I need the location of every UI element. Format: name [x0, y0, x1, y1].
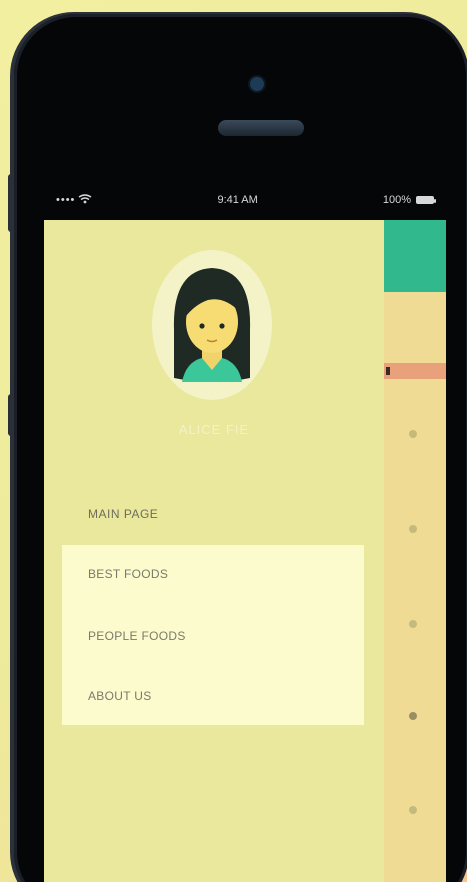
screen: •••• 9:41 AM 100% ALICE FIE MAIN PAGE BE…	[44, 180, 446, 882]
battery-status: 100%	[382, 194, 436, 206]
user-name: ALICE FIE	[178, 422, 250, 437]
submenu-item-people-foods[interactable]: PEOPLE FOODS	[88, 629, 186, 643]
side-button-mute	[8, 174, 14, 232]
battery-icon	[416, 196, 436, 204]
avatar[interactable]	[152, 250, 272, 400]
earpiece-speaker	[218, 120, 304, 136]
clock: 9:41 AM	[217, 194, 258, 206]
signal-dots: ••••	[56, 194, 76, 206]
submenu-item-best-foods[interactable]: BEST FOODS	[88, 567, 168, 581]
list-dot	[409, 806, 417, 814]
status-bar: •••• 9:41 AM 100%	[44, 180, 446, 220]
navigation-drawer: ALICE FIE MAIN PAGE BEST FOODS PEOPLE FO…	[44, 220, 384, 882]
submenu-item-about-us[interactable]: ABOUT US	[88, 689, 152, 703]
side-button-volume	[8, 394, 14, 436]
main-content-peek[interactable]	[384, 220, 446, 882]
submenu: BEST FOODS PEOPLE FOODS ABOUT US	[62, 545, 364, 725]
list-dot	[409, 430, 417, 438]
signal-indicator: ••••	[56, 193, 92, 207]
menu-item-main-page[interactable]: MAIN PAGE	[88, 507, 158, 521]
list-dot	[409, 712, 417, 720]
battery-percent: 100%	[382, 194, 411, 206]
wifi-icon	[78, 193, 92, 207]
list-dot	[409, 525, 417, 533]
list-dot	[409, 620, 417, 628]
content-header	[384, 220, 446, 292]
front-camera	[250, 77, 264, 91]
phone-frame: •••• 9:41 AM 100% ALICE FIE MAIN PAGE BE…	[8, 14, 467, 882]
avatar-illustration	[173, 268, 251, 382]
content-strip	[384, 363, 446, 379]
